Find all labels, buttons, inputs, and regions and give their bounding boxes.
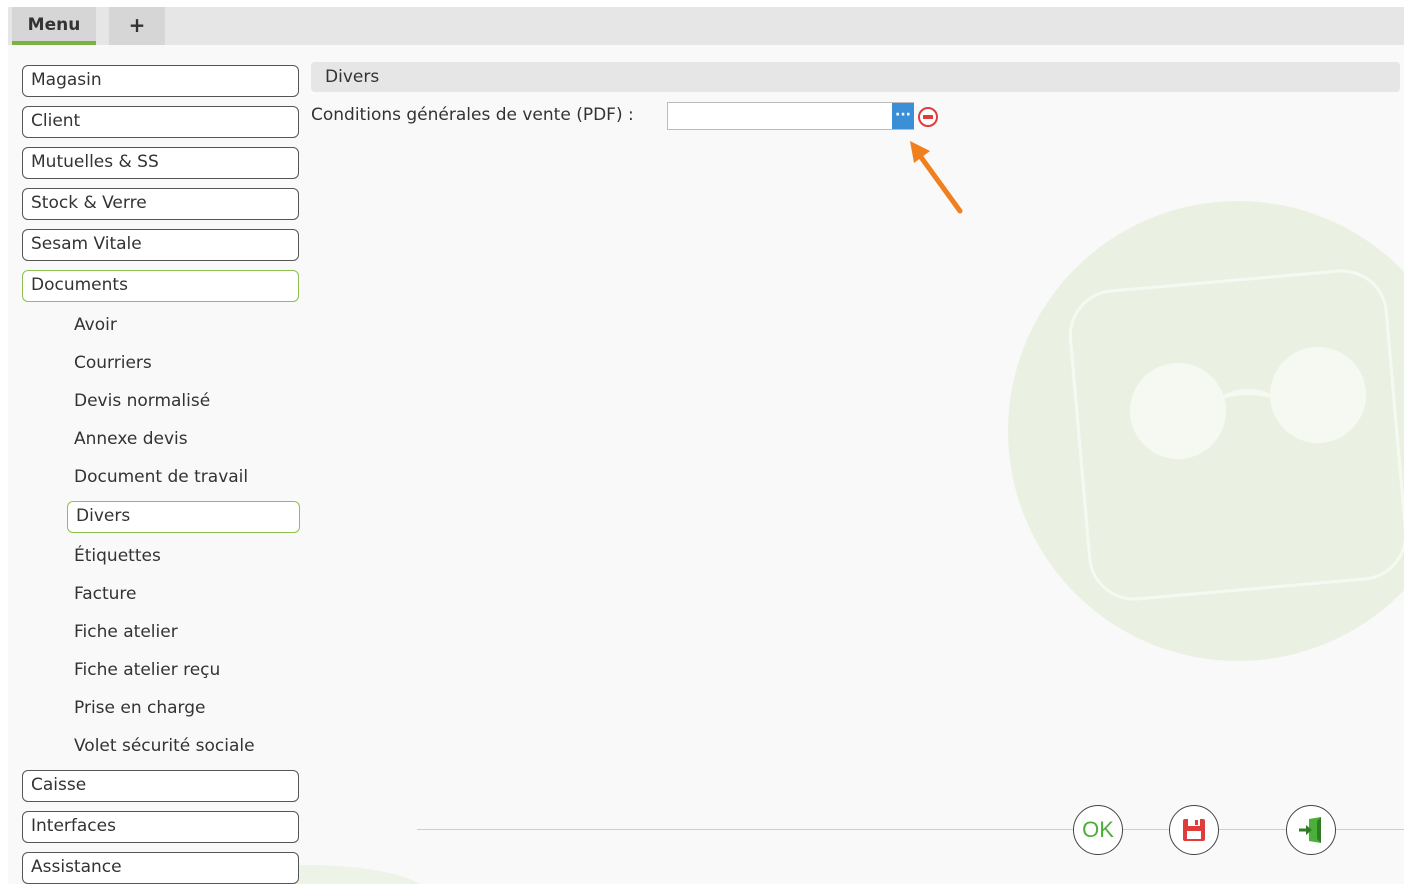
submenu-item-etiquettes[interactable]: Étiquettes xyxy=(74,545,161,567)
sidebar-item-sesam-vitale[interactable]: Sesam Vitale xyxy=(22,229,299,261)
cgv-field-label: Conditions générales de vente (PDF) : xyxy=(311,105,634,125)
submenu-item-prise-en-charge[interactable]: Prise en charge xyxy=(74,697,206,719)
submenu-item-annexe-devis[interactable]: Annexe devis xyxy=(74,428,188,450)
watermark-lens-left xyxy=(1130,363,1226,459)
remove-icon[interactable] xyxy=(918,107,938,127)
sidebar-item-interfaces[interactable]: Interfaces xyxy=(22,811,299,843)
tab-menu[interactable]: Menu xyxy=(12,7,96,45)
watermark-bridge xyxy=(1218,389,1278,419)
sidebar-item-client[interactable]: Client xyxy=(22,106,299,138)
add-tab-button[interactable]: + xyxy=(109,7,165,45)
sidebar-item-mutuelles[interactable]: Mutuelles & SS xyxy=(22,147,299,179)
watermark-logo-frame xyxy=(1065,265,1404,605)
browse-file-button[interactable]: ··· xyxy=(892,103,914,129)
submenu-item-fiche-atelier-recu[interactable]: Fiche atelier reçu xyxy=(74,659,220,681)
divider xyxy=(417,829,1404,830)
sidebar-item-stock-verre[interactable]: Stock & Verre xyxy=(22,188,299,220)
sidebar-item-caisse[interactable]: Caisse xyxy=(22,770,299,802)
ok-button[interactable]: OK xyxy=(1073,805,1123,855)
sidebar-item-documents[interactable]: Documents xyxy=(22,270,299,302)
exit-door-icon xyxy=(1299,817,1321,843)
sidebar-item-assistance[interactable]: Assistance xyxy=(22,852,299,884)
submenu-item-document-travail[interactable]: Document de travail xyxy=(74,466,248,488)
submenu-item-courriers[interactable]: Courriers xyxy=(74,352,152,374)
section-header: Divers xyxy=(311,62,1400,92)
submenu-item-divers[interactable]: Divers xyxy=(67,501,300,533)
sidebar-item-magasin[interactable]: Magasin xyxy=(22,65,299,97)
floppy-disk-icon xyxy=(1183,819,1205,841)
watermark-lens-right xyxy=(1270,347,1366,443)
submenu-item-fiche-atelier[interactable]: Fiche atelier xyxy=(74,621,178,643)
submenu-item-devis-normalise[interactable]: Devis normalisé xyxy=(74,390,210,412)
tab-bar: Menu + xyxy=(8,7,1404,45)
save-button[interactable] xyxy=(1169,805,1219,855)
annotation-arrow-icon xyxy=(910,141,963,214)
exit-button[interactable] xyxy=(1286,805,1336,855)
submenu-item-volet-securite-sociale[interactable]: Volet sécurité sociale xyxy=(74,735,255,757)
cgv-pdf-input[interactable] xyxy=(667,102,914,130)
app-frame: Menu + Magasin Client Mutuelles & SS Sto… xyxy=(8,7,1404,884)
submenu-item-avoir[interactable]: Avoir xyxy=(74,314,117,336)
submenu-item-facture[interactable]: Facture xyxy=(74,583,137,605)
